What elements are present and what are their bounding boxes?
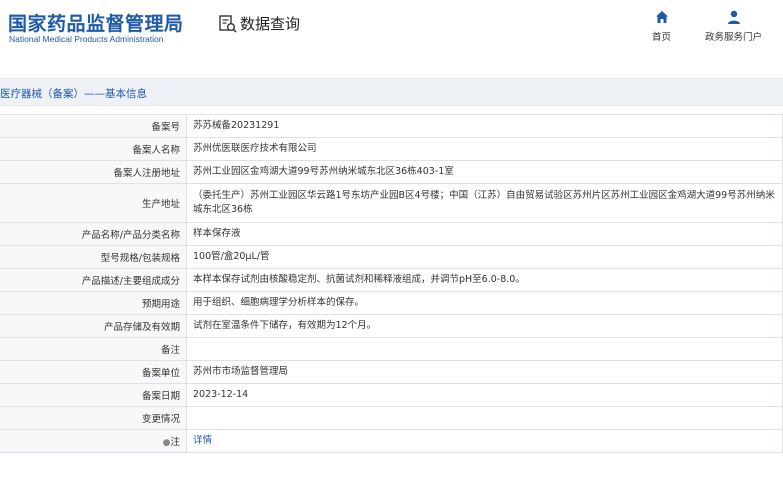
- field-label: 产品存储及有效期: [0, 314, 187, 338]
- table-row: 备案日期 2023-12-14: [0, 383, 783, 407]
- table-row: ●注 详情: [0, 429, 783, 453]
- field-label: 预期用途: [0, 291, 187, 315]
- field-value: 苏州工业园区金鸡湖大道99号苏州纳米城东北区36栋403-1室: [186, 160, 783, 184]
- table-row: 产品名称/产品分类名称 样本保存液: [0, 222, 783, 246]
- table-row: 备案人注册地址 苏州工业园区金鸡湖大道99号苏州纳米城东北区36栋403-1室: [0, 160, 783, 184]
- field-label: 生产地址: [0, 183, 187, 223]
- table-row: 产品描述/主要组成成分 本样本保存试剂由核酸稳定剂、抗菌试剂和稀释液组成，并调节…: [0, 268, 783, 292]
- field-value: [186, 406, 783, 430]
- field-label: 变更情况: [0, 406, 187, 430]
- table-row: 变更情况: [0, 406, 783, 430]
- table-row: 型号规格/包装规格 100管/盒20μL/管: [0, 245, 783, 269]
- data-query-link[interactable]: 数据查询: [218, 13, 300, 34]
- nav-service-portal[interactable]: 政务服务门户: [705, 9, 762, 43]
- field-value: 本样本保存试剂由核酸稳定剂、抗菌试剂和稀释液组成，并调节pH至6.0-8.0。: [186, 268, 783, 292]
- site-logo-en[interactable]: National Medical Products Administration: [9, 34, 164, 44]
- field-label: 型号规格/包装规格: [0, 245, 187, 269]
- table-row: 备案单位 苏州市市场监督管理局: [0, 360, 783, 384]
- field-value: 苏州市市场监督管理局: [186, 360, 783, 384]
- field-label-note: ●注: [0, 429, 187, 453]
- breadcrumb-bar: 医疗器械（备案）——基本信息: [0, 78, 783, 106]
- table-row: 预期用途 用于组织、细胞病理学分析样本的保存。: [0, 291, 783, 315]
- field-value: 苏苏械备20231291: [186, 114, 783, 138]
- field-value: 苏州优医联医疗技术有限公司: [186, 137, 783, 161]
- field-value: [186, 337, 783, 361]
- site-header: 国家药品监督管理局 National Medical Products Admi…: [0, 0, 783, 66]
- field-label: 产品描述/主要组成成分: [0, 268, 187, 292]
- field-label: 备案人注册地址: [0, 160, 187, 184]
- home-icon: [655, 11, 668, 23]
- nav-home-label: 首页: [652, 32, 672, 43]
- field-label: 备案号: [0, 114, 187, 138]
- field-label: 备注: [0, 337, 187, 361]
- field-value: 2023-12-14: [186, 383, 783, 407]
- nav-service-portal-label: 政务服务门户: [705, 32, 763, 43]
- table-row: 生产地址 （委托生产）苏州工业园区华云路1号东坊产业园B区4号楼；中国（江苏）自…: [0, 183, 783, 223]
- user-icon: [727, 10, 740, 24]
- details-link[interactable]: 详情: [193, 435, 212, 446]
- breadcrumb: 医疗器械（备案）——基本信息: [0, 88, 147, 100]
- field-value: 详情: [186, 429, 783, 453]
- field-value: （委托生产）苏州工业园区华云路1号东坊产业园B区4号楼；中国（江苏）自由贸易试验…: [186, 183, 783, 223]
- document-search-icon: [219, 14, 237, 33]
- site-logo-cn[interactable]: 国家药品监督管理局: [8, 9, 184, 36]
- record-detail-table: 备案号 苏苏械备20231291 备案人名称 苏州优医联医疗技术有限公司 备案人…: [0, 114, 783, 453]
- nav-home[interactable]: 首页: [652, 9, 671, 43]
- table-row: 备注: [0, 337, 783, 361]
- field-value: 100管/盒20μL/管: [186, 245, 783, 269]
- field-label: 备案人名称: [0, 137, 187, 161]
- field-label: 备案日期: [0, 383, 187, 407]
- field-label: 备案单位: [0, 360, 187, 384]
- note-label: 注: [170, 437, 180, 448]
- table-row: 产品存储及有效期 试剂在室温条件下储存，有效期为12个月。: [0, 314, 783, 338]
- table-row: 备案人名称 苏州优医联医疗技术有限公司: [0, 137, 783, 161]
- field-value: 样本保存液: [186, 222, 783, 246]
- field-label: 产品名称/产品分类名称: [0, 222, 187, 246]
- field-value: 用于组织、细胞病理学分析样本的保存。: [186, 291, 783, 315]
- data-query-label: 数据查询: [240, 15, 301, 33]
- field-value: 试剂在室温条件下储存，有效期为12个月。: [186, 314, 783, 338]
- table-row: 备案号 苏苏械备20231291: [0, 114, 783, 138]
